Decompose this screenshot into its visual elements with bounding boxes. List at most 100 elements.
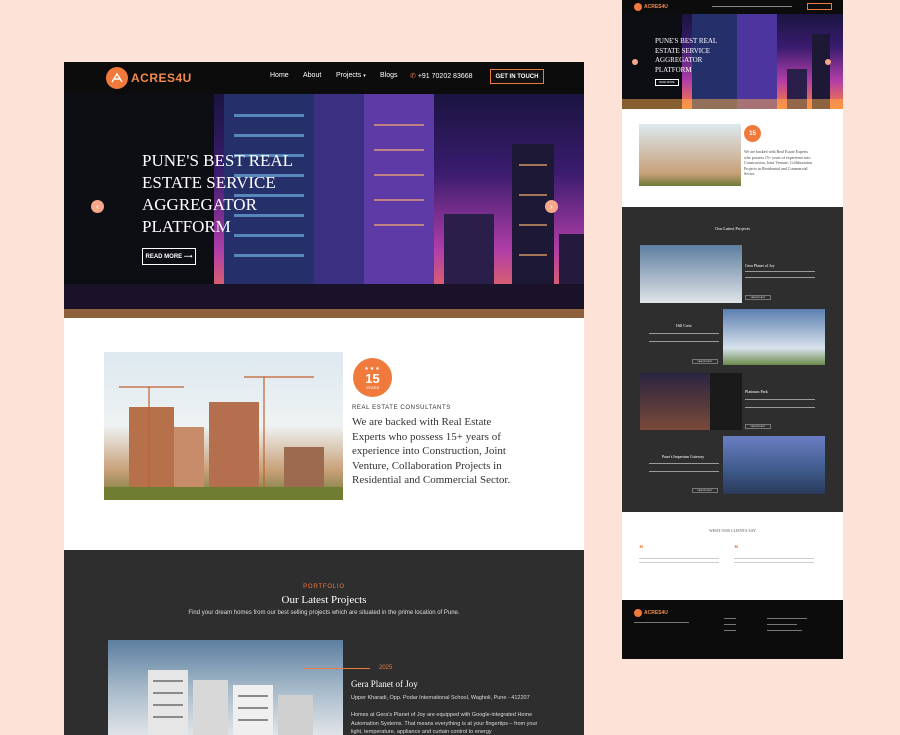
side-nav-links[interactable] bbox=[712, 6, 792, 7]
side-logo-mark-icon bbox=[634, 3, 642, 11]
side-read-more-button[interactable]: READ MORE bbox=[655, 79, 679, 86]
side-project-name-3[interactable]: Platinum Park bbox=[745, 389, 768, 394]
nav-blogs-link[interactable]: Blogs bbox=[380, 72, 398, 79]
side-project-name-2[interactable]: Hill Crest bbox=[676, 323, 692, 328]
nav-home-link[interactable]: Home bbox=[270, 72, 289, 79]
read-more-button[interactable]: READ MORE ⟶ bbox=[142, 248, 196, 265]
side-project-name-1[interactable]: Gera Planet of Joy bbox=[745, 263, 775, 268]
about-kicker: REAL ESTATE CONSULTANTS bbox=[352, 405, 451, 411]
side-about-text: We are backed with Real Estate Experts w… bbox=[744, 149, 812, 176]
navbar: ACRES4U Home About Projects ▾ Blogs ✆ +9… bbox=[64, 62, 584, 94]
read-more-label: READ MORE bbox=[145, 253, 183, 260]
arrow-right-icon: ⟶ bbox=[183, 254, 193, 260]
side-project-desc-2 bbox=[649, 333, 719, 334]
hero-heading-line3: AGGREGATOR bbox=[142, 195, 257, 214]
project-address: Upper Kharadi, Opp. Podar International … bbox=[351, 695, 530, 701]
side-footer: ACRES4U bbox=[622, 600, 843, 659]
side-project-image-3[interactable] bbox=[640, 373, 710, 430]
side-project-desc-4 bbox=[649, 463, 719, 464]
side-testimonials: WHAT OUR CLIENTS SAY ❝ ❝ bbox=[622, 512, 843, 600]
slider-prev-arrow-icon[interactable]: ‹ bbox=[91, 200, 104, 213]
side-project-desc-3b bbox=[745, 407, 815, 408]
side-project-name-4[interactable]: Pune's Imperium Gateway bbox=[662, 454, 704, 459]
hero-banner: PUNE'S BEST REAL ESTATE SERVICE AGGREGAT… bbox=[64, 94, 584, 318]
about-text: We are backed with Real Estate Experts w… bbox=[352, 416, 511, 486]
portfolio-subtitle: Find your dream homes from our best sell… bbox=[188, 610, 460, 616]
footer-logo-mark-icon bbox=[634, 609, 642, 617]
side-project-image-1[interactable] bbox=[640, 245, 742, 303]
side-portfolio: Our Latest Projects Gera Planet of Joy V… bbox=[622, 207, 843, 512]
footer-links[interactable] bbox=[724, 612, 725, 613]
portfolio-title: Our Latest Projects bbox=[281, 594, 367, 606]
side-project-desc-1b bbox=[745, 277, 815, 278]
nav-phone-link[interactable]: ✆ +91 70202 83668 bbox=[410, 72, 473, 80]
side-testimonials-title: WHAT OUR CLIENTS SAY bbox=[708, 528, 756, 533]
construction-site-image bbox=[104, 352, 343, 500]
project-building-illustration bbox=[148, 670, 313, 735]
side-project-desc-4b bbox=[649, 471, 719, 472]
side-construction-image bbox=[639, 124, 741, 186]
badge-label: YEARS bbox=[365, 384, 380, 390]
side-view-project-button-2[interactable]: VIEW PROJECT bbox=[692, 359, 718, 364]
project-description: Homes at Gera's Planet of Joy are equipp… bbox=[351, 712, 538, 735]
side-badge: 15 bbox=[744, 125, 761, 142]
project-year: 2025 bbox=[379, 665, 393, 671]
side-hero-heading: PUNE'S BEST REAL ESTATE SERVICE AGGREGAT… bbox=[655, 37, 717, 75]
logo[interactable]: ACRES4U bbox=[106, 67, 192, 89]
hero-heading-line1: PUNE'S BEST REAL bbox=[142, 151, 294, 170]
side-portfolio-title: Our Latest Projects bbox=[715, 226, 750, 231]
hero-heading-line4: PLATFORM bbox=[142, 217, 231, 236]
side-hero-line3: AGGREGATOR bbox=[655, 56, 703, 64]
side-logo-text[interactable]: ACRES4U bbox=[644, 4, 668, 10]
side-project-desc-2b bbox=[649, 341, 719, 342]
footer-about-text bbox=[634, 622, 689, 623]
side-navbar: ACRES4U bbox=[622, 0, 843, 14]
footer-link-3[interactable] bbox=[724, 630, 736, 631]
portfolio-section: PORTFOLIO Our Latest Projects Find your … bbox=[64, 550, 584, 735]
side-hero-line4: PLATFORM bbox=[655, 65, 692, 74]
experience-badge: ★★★ 15 YEARS bbox=[353, 358, 392, 397]
homepage-preview-large: ACRES4U Home About Projects ▾ Blogs ✆ +9… bbox=[64, 62, 584, 735]
side-next-arrow-icon[interactable] bbox=[825, 59, 831, 65]
project-image[interactable] bbox=[108, 640, 343, 735]
hero-heading-line2: ESTATE SERVICE bbox=[142, 173, 276, 192]
nav-about-link[interactable]: About bbox=[303, 72, 321, 79]
side-view-project-button-1[interactable]: VIEW PROJECT bbox=[745, 295, 771, 300]
side-hero-line2: ESTATE SERVICE bbox=[655, 46, 711, 55]
construction-illustration bbox=[104, 376, 343, 500]
side-view-project-button-3[interactable]: VIEW PROJECT bbox=[745, 424, 771, 429]
logo-text: ACRES4U bbox=[131, 71, 192, 85]
side-project-image-4[interactable] bbox=[723, 436, 825, 494]
testimonial-text-1 bbox=[639, 558, 719, 559]
testimonial-text-2 bbox=[734, 558, 814, 559]
side-project-image-2[interactable] bbox=[723, 309, 825, 365]
chevron-down-icon: ▾ bbox=[363, 73, 366, 79]
side-about: 15 We are backed with Real Estate Expert… bbox=[622, 109, 843, 207]
quote-icon-1: ❝ bbox=[639, 544, 644, 553]
nav-projects-label: Projects bbox=[336, 72, 362, 79]
side-project-image-3b bbox=[710, 373, 742, 430]
footer-contact-3 bbox=[767, 630, 802, 631]
year-divider bbox=[304, 668, 370, 669]
side-prev-arrow-icon[interactable] bbox=[632, 59, 638, 65]
side-view-project-button-4[interactable]: VIEW PROJECT bbox=[692, 488, 718, 493]
badge-number: 15 bbox=[365, 370, 380, 386]
testimonial-text-2b bbox=[734, 562, 814, 563]
footer-link-1[interactable] bbox=[724, 618, 736, 619]
side-cta-button[interactable] bbox=[807, 3, 832, 10]
side-hero: PUNE'S BEST REAL ESTATE SERVICE AGGREGAT… bbox=[622, 14, 843, 109]
nav-projects-link[interactable]: Projects ▾ bbox=[336, 72, 366, 79]
footer-logo-text[interactable]: ACRES4U bbox=[644, 610, 668, 616]
testimonial-text-1b bbox=[639, 562, 719, 563]
side-hero-line1: PUNE'S BEST REAL bbox=[655, 37, 718, 45]
side-project-desc-1 bbox=[745, 271, 815, 272]
portfolio-kicker: PORTFOLIO bbox=[303, 584, 345, 590]
homepage-preview-full: ACRES4U PUNE'S BEST REAL ESTATE SERVICE … bbox=[622, 0, 843, 659]
nav-phone-number: +91 70202 83668 bbox=[417, 73, 473, 80]
logo-mark-icon bbox=[106, 67, 128, 89]
footer-contact-1 bbox=[767, 618, 807, 619]
project-name[interactable]: Gera Planet of Joy bbox=[351, 679, 418, 689]
footer-link-2[interactable] bbox=[724, 624, 736, 625]
slider-next-arrow-icon[interactable]: › bbox=[545, 200, 558, 213]
get-in-touch-button[interactable]: GET IN TOUCH bbox=[490, 69, 544, 84]
